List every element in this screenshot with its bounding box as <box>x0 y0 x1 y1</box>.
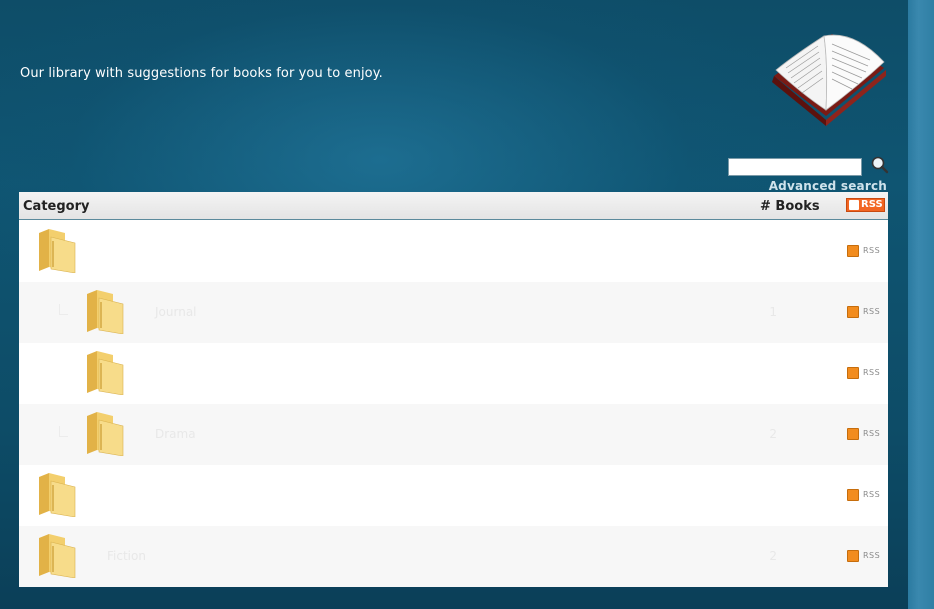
rss-icon <box>847 428 859 440</box>
rss-row-link[interactable]: RSS <box>847 245 883 258</box>
rss-label: RSS <box>863 246 881 255</box>
column-header-books: # Books <box>760 199 820 214</box>
rss-icon <box>847 367 859 379</box>
table-row[interactable]: RSS <box>19 465 888 526</box>
search-button[interactable] <box>870 155 890 175</box>
rss-row-link[interactable]: RSS <box>847 550 883 563</box>
book-count: 2 <box>769 427 777 441</box>
rss-label: RSS <box>863 307 881 316</box>
book-count: 2 <box>769 549 777 563</box>
rss-icon <box>849 200 859 210</box>
folder-icon <box>87 412 124 456</box>
table-row[interactable]: RSS <box>19 221 888 282</box>
category-name[interactable]: Journal <box>155 305 197 319</box>
rss-icon <box>847 306 859 318</box>
category-name[interactable]: Fiction <box>107 549 146 563</box>
rss-row-link[interactable]: RSS <box>847 306 883 319</box>
rss-icon <box>847 489 859 501</box>
rss-label: RSS <box>863 551 881 560</box>
tree-connector <box>59 304 68 315</box>
category-table: Category # Books RSS RSS Journal 1 RSS R… <box>19 192 888 587</box>
magnifier-icon <box>871 156 889 174</box>
folder-icon <box>39 229 76 273</box>
column-header-category: Category <box>23 199 90 214</box>
folder-icon <box>87 290 124 334</box>
rss-row-link[interactable]: RSS <box>847 489 883 502</box>
table-row[interactable]: Drama 2 RSS <box>19 404 888 465</box>
rss-row-link[interactable]: RSS <box>847 367 883 380</box>
table-row[interactable]: Journal 1 RSS <box>19 282 888 343</box>
open-book-icon <box>772 34 886 126</box>
rss-icon <box>847 550 859 562</box>
table-header: Category # Books RSS <box>19 192 888 220</box>
rss-row-link[interactable]: RSS <box>847 428 883 441</box>
rss-label: RSS <box>863 368 881 377</box>
folder-icon <box>87 351 124 395</box>
rss-label: RSS <box>861 199 883 210</box>
table-row[interactable]: Fiction 2 RSS <box>19 526 888 587</box>
rss-feed-button[interactable]: RSS <box>846 198 885 212</box>
category-name[interactable]: Drama <box>155 427 196 441</box>
search-input[interactable] <box>728 158 862 176</box>
rss-icon <box>847 245 859 257</box>
scrollbar-strip <box>908 0 934 609</box>
table-row[interactable]: RSS <box>19 343 888 404</box>
advanced-search-link[interactable]: Advanced search <box>740 179 887 193</box>
folder-icon <box>39 473 76 517</box>
rss-label: RSS <box>863 429 881 438</box>
rss-label: RSS <box>863 490 881 499</box>
library-tagline: Our library with suggestions for books f… <box>20 66 383 81</box>
folder-icon <box>39 534 76 578</box>
book-count: 1 <box>769 305 777 319</box>
tree-connector <box>59 426 68 437</box>
